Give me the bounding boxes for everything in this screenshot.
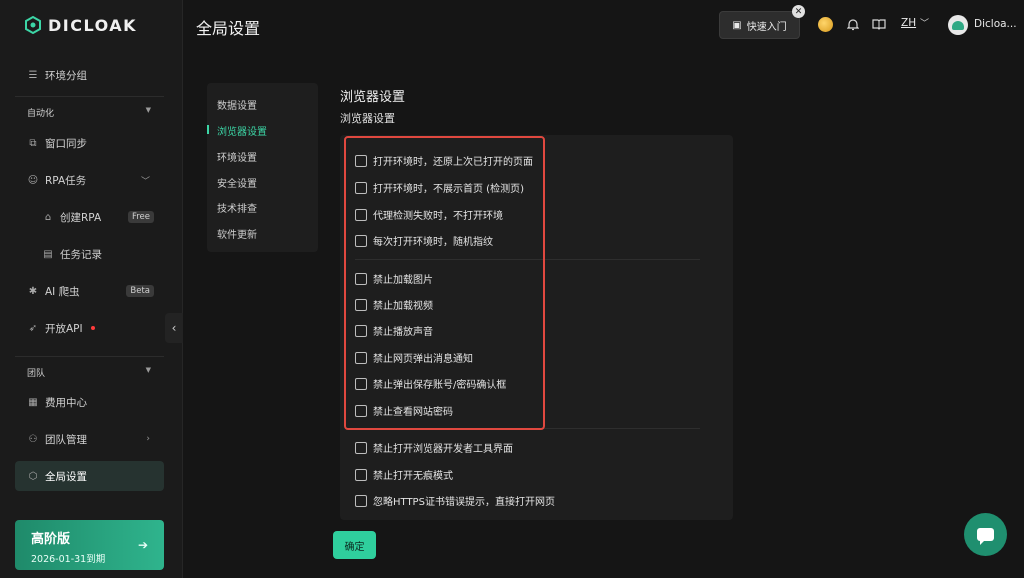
- option-label: 禁止打开无痕模式: [373, 471, 453, 482]
- chevron-right-icon: ›: [146, 434, 150, 444]
- option-label: 忽略HTTPS证书错误提示，直接打开网页: [373, 497, 555, 508]
- caret-down-icon: ▼: [145, 366, 151, 374]
- sidebar-item-label: 窗口同步: [45, 137, 87, 150]
- sidebar-item-label: RPA任务: [45, 174, 87, 187]
- notification-dot: [90, 326, 95, 330]
- team-icon: ⚇: [28, 433, 38, 445]
- plan-card[interactable]: 高阶版 2026-01-31到期 ➔: [15, 520, 164, 570]
- chat-icon: [977, 528, 994, 545]
- arrow-right-icon: ➔: [137, 538, 148, 552]
- section-title: 浏览器设置: [340, 90, 406, 105]
- bell-icon[interactable]: [846, 17, 860, 31]
- settings-menu: 数据设置 浏览器设置 环境设置 安全设置 技术排查 软件更新: [207, 83, 318, 252]
- section-subtitle: 浏览器设置: [340, 112, 395, 125]
- logo[interactable]: DICLOAK: [24, 14, 137, 36]
- sidebar-item-rpa-tasks[interactable]: ☺ RPA任务 ﹀: [15, 167, 164, 193]
- sidebar-item-env-groups[interactable]: ☰ 环境分组: [15, 62, 164, 88]
- book-open-icon[interactable]: [872, 17, 886, 31]
- sidebar-item-label: 开放API: [45, 322, 83, 335]
- settings-menu-browser[interactable]: 浏览器设置: [217, 123, 267, 138]
- sidebar-item-task-records[interactable]: ▤ 任务记录: [30, 241, 164, 267]
- sidebar-item-ai-crawler[interactable]: ✱ AI 爬虫 Beta: [15, 278, 164, 304]
- rocket-icon: ➶: [28, 322, 38, 334]
- sidebar-item-label: 创建RPA: [60, 211, 102, 224]
- sidebar-item-team-management[interactable]: ⚇ 团队管理 ›: [15, 426, 164, 452]
- sidebar-item-global-settings[interactable]: ⬡ 全局设置: [15, 461, 164, 491]
- caret-down-icon: ▼: [145, 106, 151, 114]
- option-block-devtools[interactable]: 禁止打开浏览器开发者工具界面: [355, 440, 513, 455]
- sidebar-item-label: 费用中心: [45, 396, 87, 409]
- settings-menu-environment[interactable]: 环境设置: [217, 149, 257, 164]
- sidebar-item-label: 环境分组: [45, 69, 87, 82]
- active-indicator: [207, 125, 209, 134]
- confirm-button[interactable]: 确定: [333, 531, 376, 559]
- sidebar-item-label: 团队管理: [45, 433, 87, 446]
- language-selector[interactable]: ZH: [901, 17, 916, 29]
- settings-menu-troubleshoot[interactable]: 技术排查: [217, 200, 257, 215]
- free-badge: Free: [127, 211, 154, 223]
- username[interactable]: Dicloa...: [974, 18, 1017, 30]
- section-label: 自动化: [27, 109, 55, 119]
- close-icon[interactable]: ✕: [792, 5, 805, 18]
- list-icon: ☰: [28, 69, 38, 81]
- option-ignore-https-errors[interactable]: 忽略HTTPS证书错误提示，直接打开网页: [355, 493, 555, 508]
- checkbox[interactable]: [355, 441, 367, 454]
- section-team[interactable]: 团队 ▼: [27, 366, 151, 379]
- beta-badge: Beta: [126, 285, 154, 297]
- sidebar-item-label: AI 爬虫: [45, 285, 80, 298]
- chevron-down-icon[interactable]: ﹀: [920, 16, 929, 29]
- settings-menu-update[interactable]: 软件更新: [217, 226, 257, 241]
- sidebar-item-open-api[interactable]: ➶ 开放API: [15, 315, 164, 341]
- checkbox[interactable]: [355, 468, 367, 481]
- settings-menu-data[interactable]: 数据设置: [217, 97, 257, 112]
- quick-start-label: 快速入门: [746, 21, 787, 33]
- sidebar-divider: [15, 96, 164, 97]
- hexagon-settings-icon: ⬡: [28, 470, 38, 482]
- store-icon: ⌂: [44, 211, 52, 223]
- chevron-left-icon: ‹: [171, 321, 177, 335]
- page-title: 全局设置: [196, 19, 261, 38]
- sync-icon: ⧉: [29, 137, 37, 149]
- chat-support-button[interactable]: [964, 513, 1007, 556]
- sidebar-item-label: 全局设置: [45, 470, 87, 483]
- coin-icon[interactable]: [818, 17, 833, 32]
- avatar[interactable]: [948, 15, 968, 35]
- robot-icon: ☺: [27, 174, 39, 186]
- chevron-down-icon: ﹀: [140, 176, 150, 187]
- sidebar-item-label: 任务记录: [60, 248, 102, 261]
- bill-icon: ▦: [28, 396, 38, 408]
- option-label: 禁止打开浏览器开发者工具界面: [373, 444, 513, 455]
- section-automation[interactable]: 自动化 ▼: [27, 106, 151, 119]
- sidebar-item-window-sync[interactable]: ⧉ 窗口同步: [15, 130, 164, 156]
- logo-text: DICLOAK: [48, 15, 138, 35]
- option-block-incognito[interactable]: 禁止打开无痕模式: [355, 467, 453, 482]
- settings-menu-security[interactable]: 安全设置: [217, 175, 257, 190]
- plan-expiry: 2026-01-31到期: [31, 554, 106, 565]
- sidebar: DICLOAK ☰ 环境分组 自动化 ▼ ⧉ 窗口同步 ☺ RPA任务 ﹀ ⌂ …: [0, 0, 183, 578]
- avatar-shape: [952, 20, 964, 30]
- sidebar-collapse-button[interactable]: ‹: [165, 313, 183, 343]
- sidebar-divider: [15, 356, 164, 357]
- bug-icon: ✱: [28, 285, 38, 297]
- section-label: 团队: [27, 369, 46, 379]
- document-icon: ▤: [43, 248, 53, 260]
- checkbox[interactable]: [355, 494, 367, 507]
- book-icon: ▣: [732, 19, 742, 31]
- sidebar-item-create-rpa[interactable]: ⌂ 创建RPA Free: [30, 204, 164, 230]
- highlight-box: [344, 136, 545, 430]
- dicloak-logo-icon: [25, 16, 41, 34]
- quick-start-button[interactable]: ▣ 快速入门: [719, 11, 800, 39]
- sidebar-item-billing[interactable]: ▦ 费用中心: [15, 389, 164, 415]
